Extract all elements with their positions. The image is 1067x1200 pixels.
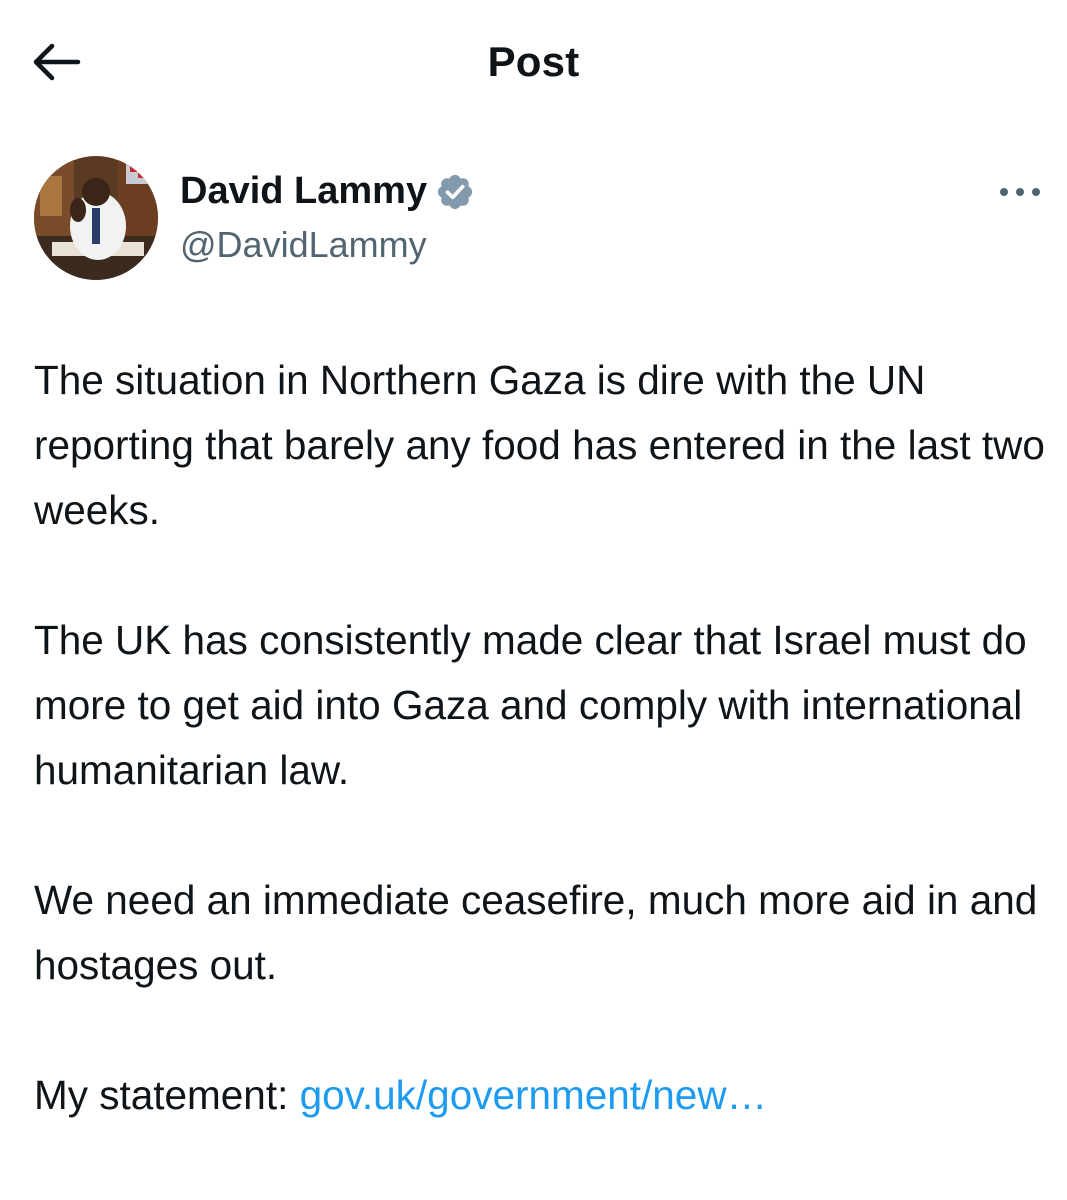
avatar-image bbox=[34, 156, 158, 280]
author-name-text: David Lammy bbox=[180, 170, 428, 212]
author-handle[interactable]: @DavidLammy bbox=[180, 224, 427, 266]
statement-prefix: My statement: bbox=[34, 1072, 300, 1118]
post-author: David Lammy @DavidLammy bbox=[34, 156, 1044, 282]
post-text: The situation in Northern Gaza is dire w… bbox=[34, 348, 1054, 1128]
post-paragraph: The situation in Northern Gaza is dire w… bbox=[34, 357, 1045, 533]
post-paragraph: We need an immediate ceasefire, much mor… bbox=[34, 877, 1038, 988]
verified-badge-icon bbox=[438, 174, 473, 209]
top-bar: Post bbox=[0, 0, 1067, 124]
author-name[interactable]: David Lammy bbox=[180, 170, 475, 213]
page-title: Post bbox=[487, 38, 580, 85]
more-options-button[interactable] bbox=[996, 180, 1044, 204]
avatar[interactable] bbox=[34, 156, 158, 280]
post-paragraph: The UK has consistently made clear that … bbox=[34, 617, 1027, 793]
more-horizontal-icon bbox=[1000, 188, 1040, 196]
statement-line: My statement: gov.uk/government/new… bbox=[34, 1063, 1054, 1128]
statement-link[interactable]: gov.uk/government/new… bbox=[300, 1072, 768, 1118]
